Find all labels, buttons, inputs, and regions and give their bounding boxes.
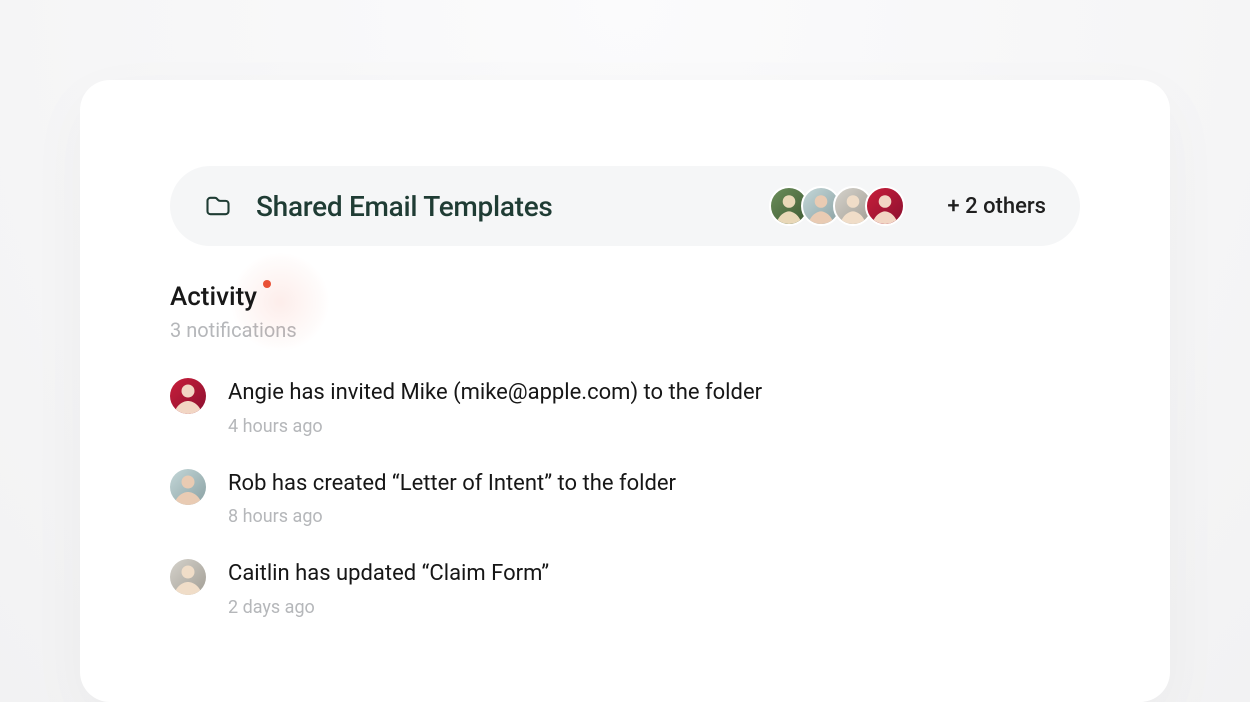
notification-dot-icon (263, 280, 271, 288)
folder-header[interactable]: Shared Email Templates + 2 others (170, 166, 1080, 246)
activity-title: Activity (170, 282, 257, 312)
shared-avatars[interactable] (769, 186, 905, 226)
activity-item-time: 2 days ago (228, 597, 1080, 618)
folder-title: Shared Email Templates (256, 190, 745, 223)
activity-header: Activity 3 notifications (170, 282, 1080, 342)
avatar[interactable] (865, 186, 905, 226)
avatar (170, 378, 206, 414)
activity-item-text: Angie has invited Mike (mike@apple.com) … (228, 378, 1080, 408)
activity-item-time: 4 hours ago (228, 416, 1080, 437)
others-count[interactable]: + 2 others (947, 194, 1046, 219)
activity-feed: Angie has invited Mike (mike@apple.com) … (170, 378, 1080, 618)
activity-subtitle: 3 notifications (170, 318, 1080, 342)
activity-item-time: 8 hours ago (228, 506, 1080, 527)
activity-item[interactable]: Rob has created “Letter of Intent” to th… (170, 469, 1080, 528)
activity-item-text: Rob has created “Letter of Intent” to th… (228, 469, 1080, 499)
folder-icon (204, 192, 232, 220)
avatar (170, 559, 206, 595)
avatar (170, 469, 206, 505)
activity-item[interactable]: Caitlin has updated “Claim Form” 2 days … (170, 559, 1080, 618)
activity-title-text: Activity (170, 282, 257, 312)
activity-item-text: Caitlin has updated “Claim Form” (228, 559, 1080, 589)
activity-item[interactable]: Angie has invited Mike (mike@apple.com) … (170, 378, 1080, 437)
activity-card: Shared Email Templates + 2 others (80, 80, 1170, 702)
